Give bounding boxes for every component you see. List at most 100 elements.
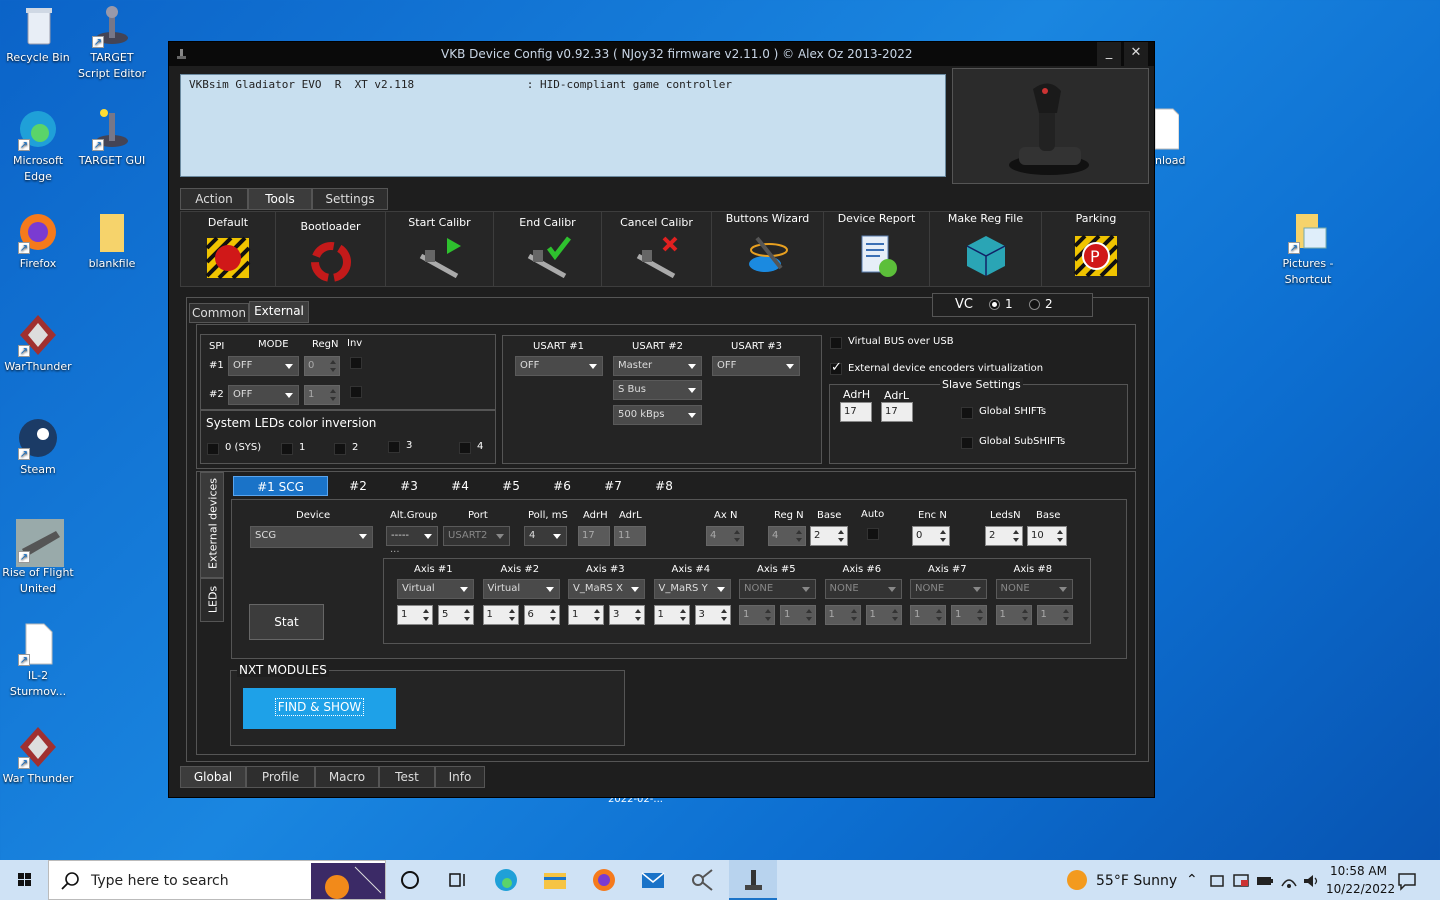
tool-cancel-calibr-button[interactable]: Cancel Calibr — [602, 212, 712, 286]
bus-select[interactable]: S Bus — [613, 380, 702, 400]
spi2-regn-spinner[interactable]: 1 — [304, 385, 340, 405]
led3-checkbox[interactable] — [388, 441, 400, 453]
base-spinner[interactable]: 2 — [810, 526, 848, 546]
network-monitor-icon[interactable] — [1232, 872, 1250, 890]
base2-spinner[interactable]: 10 — [1027, 526, 1067, 546]
axis-spinner-a[interactable]: 1 — [995, 605, 1032, 625]
device-tab-6[interactable]: #6 — [547, 476, 577, 496]
tab-test[interactable]: Test — [379, 766, 435, 788]
vc-radio-1[interactable] — [989, 299, 1000, 310]
tool-buttons-wizard-button[interactable]: Buttons Wizard — [712, 212, 824, 286]
tab-profile[interactable]: Profile — [246, 766, 315, 788]
axis-type-select[interactable]: Virtual — [482, 579, 560, 599]
spi2-mode-select[interactable]: OFF — [228, 385, 299, 405]
task-view-icon[interactable] — [446, 868, 470, 892]
axis-type-select[interactable]: NONE — [739, 579, 816, 599]
axis-spinner-a[interactable]: 1 — [482, 605, 519, 625]
ext-encoders-checkbox[interactable] — [830, 360, 842, 375]
global-subshifts-checkbox[interactable] — [961, 437, 973, 449]
axis-spinner-a[interactable]: 1 — [739, 605, 775, 625]
desktop-icon-edge[interactable]: ↗ Microsoft Edge — [0, 107, 76, 185]
slave-adrh-field[interactable]: 17 — [840, 402, 872, 422]
device-tab-5[interactable]: #5 — [496, 476, 526, 496]
axis-spinner-b[interactable]: 5 — [438, 605, 474, 625]
tab-external[interactable]: External — [249, 301, 309, 323]
port-select[interactable]: USART2 — [443, 526, 510, 546]
axis-spinner-a[interactable]: 1 — [653, 605, 690, 625]
poll-select[interactable]: 4 — [524, 526, 567, 546]
desktop-icon-il2[interactable]: ↗ IL-2 Sturmov... — [0, 622, 76, 700]
desktop-icon-target-script-editor[interactable]: ↗ TARGET Script Editor — [74, 4, 150, 82]
tab-tools[interactable]: Tools — [248, 188, 312, 210]
axis-spinner-a[interactable]: 1 — [824, 605, 861, 625]
tab-global[interactable]: Global — [180, 766, 246, 788]
cortana-icon[interactable] — [398, 868, 422, 892]
desktop-icon-warthunder-2[interactable]: ↗ War Thunder — [0, 725, 76, 787]
axn-spinner[interactable]: 4 — [706, 526, 744, 546]
chevron-up-icon[interactable]: ⌃ — [1186, 872, 1198, 888]
led1-checkbox[interactable] — [281, 443, 293, 455]
vc-radio-2[interactable] — [1029, 299, 1040, 310]
close-button[interactable]: ✕ — [1124, 42, 1148, 66]
desktop-icon-rise-of-flight[interactable]: ↗ Rise of Flight United — [0, 519, 76, 597]
device-tab-8[interactable]: #8 — [649, 476, 679, 496]
battery-icon[interactable] — [1256, 872, 1274, 890]
axis-spinner-a[interactable]: 1 — [910, 605, 946, 625]
desktop-icon-warthunder-1[interactable]: ↗ WarThunder — [0, 313, 76, 375]
led0-checkbox[interactable] — [207, 443, 219, 455]
spi1-inv-checkbox[interactable] — [350, 357, 362, 369]
side-tab-external-devices[interactable]: External devices — [200, 472, 224, 578]
mail-icon[interactable] — [641, 868, 665, 892]
usart3-select[interactable]: OFF — [712, 356, 800, 376]
axis-spinner-b[interactable]: 1 — [951, 605, 987, 625]
altgroup-select[interactable]: ----- — [386, 526, 438, 546]
notifications-icon[interactable] — [1397, 871, 1417, 891]
edge-taskbar-icon[interactable] — [494, 868, 518, 892]
tool-default-button[interactable]: Default — [181, 212, 276, 286]
volume-icon[interactable] — [1302, 872, 1320, 890]
stat-button[interactable]: Stat — [249, 604, 324, 640]
side-tab-leds[interactable]: LEDs — [200, 578, 224, 622]
axis-spinner-b[interactable]: 1 — [865, 605, 902, 625]
vkb-taskbar-button[interactable] — [729, 860, 777, 900]
device-tab-3[interactable]: #3 — [394, 476, 424, 496]
tab-info[interactable]: Info — [435, 766, 485, 788]
taskbar-search-box[interactable]: Type here to search — [48, 860, 386, 900]
tab-common[interactable]: Common — [189, 303, 249, 323]
find-show-button[interactable]: FIND & SHOW — [243, 688, 396, 729]
axis-type-select[interactable]: NONE — [910, 579, 987, 599]
start-button[interactable] — [10, 860, 40, 900]
tool-end-calibr-button[interactable]: End Calibr — [494, 212, 602, 286]
led2-checkbox[interactable] — [334, 443, 346, 455]
wifi-icon[interactable] — [1280, 872, 1298, 890]
desktop-icon-download-partial[interactable]: nload — [1154, 107, 1195, 177]
weather-text[interactable]: 55°F Sunny — [1096, 873, 1177, 889]
axis-spinner-b[interactable]: 3 — [694, 605, 731, 625]
device-tab-7[interactable]: #7 — [598, 476, 628, 496]
weather-sun-icon[interactable] — [1066, 868, 1090, 892]
file-explorer-icon[interactable] — [543, 868, 567, 892]
window-titlebar[interactable]: VKB Device Config v0.92.33 ( NJoy32 firm… — [169, 42, 1154, 66]
axis-type-select[interactable]: Virtual — [397, 579, 474, 599]
regn-spinner[interactable]: 4 — [768, 526, 806, 546]
desktop-icon-pictures[interactable]: ↗ Pictures - Shortcut — [1270, 210, 1346, 288]
slave-adrl-field[interactable]: 17 — [881, 402, 913, 422]
axis-spinner-b[interactable]: 1 — [780, 605, 816, 625]
tab-settings[interactable]: Settings — [312, 188, 388, 210]
tool-parking-button[interactable]: Parking P — [1042, 212, 1150, 286]
minimize-button[interactable]: _ — [1097, 42, 1121, 66]
device-tab-1[interactable]: #1 SCG 2:17.11 — [233, 476, 328, 514]
desktop-icon-blankfile[interactable]: blankfile — [74, 210, 150, 272]
desktop-icon-recycle-bin[interactable]: Recycle Bin — [0, 4, 76, 66]
tab-action[interactable]: Action — [180, 188, 248, 210]
spi2-inv-checkbox[interactable] — [350, 386, 362, 398]
clock-time[interactable]: 10:58 AM — [1330, 864, 1387, 878]
spi1-mode-select[interactable]: OFF — [228, 356, 299, 376]
usart2-select[interactable]: Master — [613, 356, 702, 376]
device-tab-2[interactable]: #2 — [343, 476, 373, 496]
tool-start-calibr-button[interactable]: Start Calibr — [386, 212, 494, 286]
tab-macro[interactable]: Macro — [315, 766, 379, 788]
tool-make-reg-file-button[interactable]: Make Reg File — [930, 212, 1042, 286]
desktop-icon-firefox[interactable]: ↗ Firefox — [0, 210, 76, 272]
axis-spinner-a[interactable]: 1 — [568, 605, 604, 625]
